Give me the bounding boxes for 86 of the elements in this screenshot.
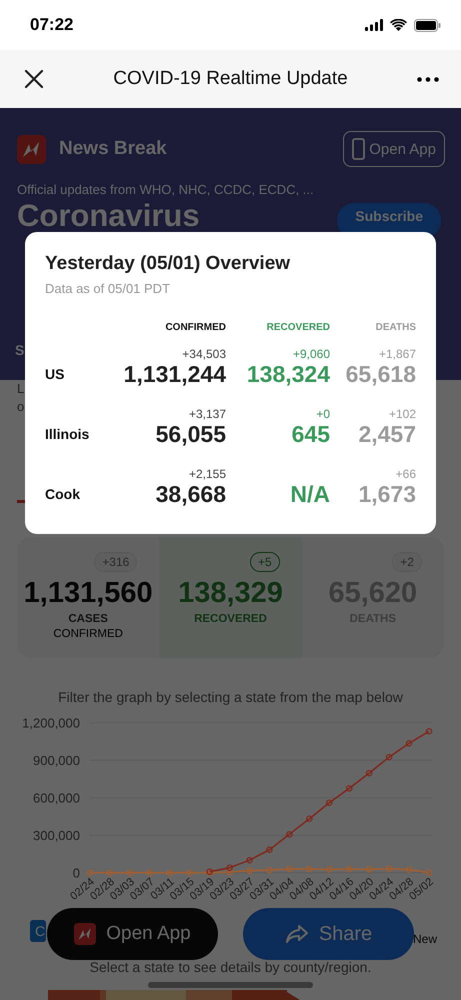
chart-point bbox=[166, 869, 174, 876]
total-value: 56,055 bbox=[156, 422, 226, 446]
total-value: 1,131,244 bbox=[124, 362, 226, 386]
region-name: Illinois bbox=[45, 425, 90, 444]
brand-name: News Break bbox=[59, 138, 167, 160]
chart-point bbox=[426, 869, 432, 876]
chart-point bbox=[346, 785, 352, 792]
chart-point bbox=[246, 856, 253, 864]
chart-caption: Filter the graph by selecting a state from the map below bbox=[57, 688, 404, 706]
logo-icon bbox=[17, 134, 46, 164]
open-app-button[interactable]: Open App bbox=[343, 131, 445, 167]
change-value: +34,503 bbox=[182, 347, 226, 361]
share-button[interactable]: Share bbox=[243, 908, 414, 960]
wifi-icon bbox=[390, 19, 407, 31]
total-value: N/A bbox=[290, 482, 330, 506]
axis-label: 0 bbox=[72, 866, 80, 881]
chart-point bbox=[266, 846, 273, 853]
chart-point bbox=[146, 869, 154, 876]
chart-point bbox=[326, 866, 333, 873]
total-value: 2,457 bbox=[358, 422, 416, 446]
axis-label: 1,200,000 bbox=[22, 716, 80, 731]
total-value: 38,668 bbox=[156, 482, 226, 506]
chart-point bbox=[326, 799, 333, 806]
open-app-button[interactable]: Open App bbox=[47, 908, 218, 960]
column-header: DEATHS bbox=[376, 321, 416, 335]
chart-point bbox=[86, 869, 94, 876]
status-time: 07:22 bbox=[30, 15, 74, 35]
axis-label: 600,000 bbox=[33, 790, 80, 806]
column-header: CONFIRMED bbox=[165, 321, 226, 335]
chart-point bbox=[426, 728, 432, 735]
total-value: 65,618 bbox=[346, 362, 416, 386]
change-badge: +5 bbox=[250, 552, 280, 572]
page-heading: Coronavirus bbox=[17, 201, 200, 230]
change-value: +66 bbox=[396, 467, 416, 481]
chart-point bbox=[406, 740, 412, 747]
battery-icon bbox=[414, 18, 441, 32]
stat-label: RECOVERED bbox=[194, 612, 267, 627]
change-value: +2,155 bbox=[188, 467, 226, 481]
share-icon bbox=[284, 924, 309, 944]
map-caption: Select a state to see details by county/region. bbox=[88, 958, 372, 976]
axis-label: 300,000 bbox=[33, 828, 80, 844]
chart-point bbox=[186, 869, 193, 876]
change-value: +0 bbox=[316, 407, 330, 421]
region-name: US bbox=[45, 365, 64, 384]
text-fragment: o bbox=[17, 398, 26, 416]
change-value: +1,867 bbox=[378, 347, 416, 361]
subtitle: Official updates from WHO, NHC, CCDC, ECDC, ... bbox=[17, 181, 315, 199]
chart-point bbox=[406, 866, 412, 873]
phone-icon bbox=[352, 138, 366, 160]
chart-point bbox=[306, 815, 313, 822]
chart-point bbox=[346, 866, 352, 872]
chart-point bbox=[386, 754, 392, 760]
chart-point bbox=[126, 869, 134, 876]
text-fragment: L bbox=[17, 380, 26, 398]
chart-point bbox=[246, 867, 253, 874]
chart-point bbox=[386, 865, 392, 872]
region-name: Cook bbox=[45, 485, 80, 504]
chart-point bbox=[286, 831, 293, 838]
chart-point bbox=[306, 866, 313, 872]
chart-point bbox=[106, 869, 114, 876]
close-icon[interactable] bbox=[24, 69, 44, 89]
change-value: +3,137 bbox=[188, 407, 226, 421]
legend-chip[interactable]: C bbox=[30, 920, 46, 942]
chart-point bbox=[266, 866, 273, 874]
stat-sublabel: CONFIRMED bbox=[53, 627, 123, 642]
stat-value: 138,329 bbox=[178, 576, 283, 610]
stat-label: CASES bbox=[68, 612, 108, 627]
chart-point bbox=[366, 770, 372, 776]
total-value: 138,324 bbox=[246, 362, 330, 386]
more-icon[interactable] bbox=[417, 76, 439, 82]
chart-point bbox=[366, 866, 372, 873]
page-title: COVID-19 Realtime Update bbox=[113, 68, 348, 90]
modal-title: Yesterday (05/01) Overview bbox=[45, 252, 292, 276]
heading-fragment: S bbox=[15, 342, 24, 358]
modal-subtitle: Data as of 05/01 PDT bbox=[45, 280, 172, 298]
legend-label: New bbox=[413, 932, 438, 946]
column-header: RECOVERED bbox=[266, 321, 330, 335]
signal-icon bbox=[365, 19, 383, 31]
total-value: 1,673 bbox=[358, 482, 416, 506]
change-value: +102 bbox=[388, 407, 416, 421]
logo-icon bbox=[74, 923, 96, 945]
total-value: 645 bbox=[292, 422, 330, 446]
stat-value: 1,131,560 bbox=[24, 576, 153, 610]
axis-label: 900,000 bbox=[33, 753, 80, 768]
chart-point bbox=[286, 866, 293, 872]
change-value: +9,060 bbox=[292, 347, 330, 361]
